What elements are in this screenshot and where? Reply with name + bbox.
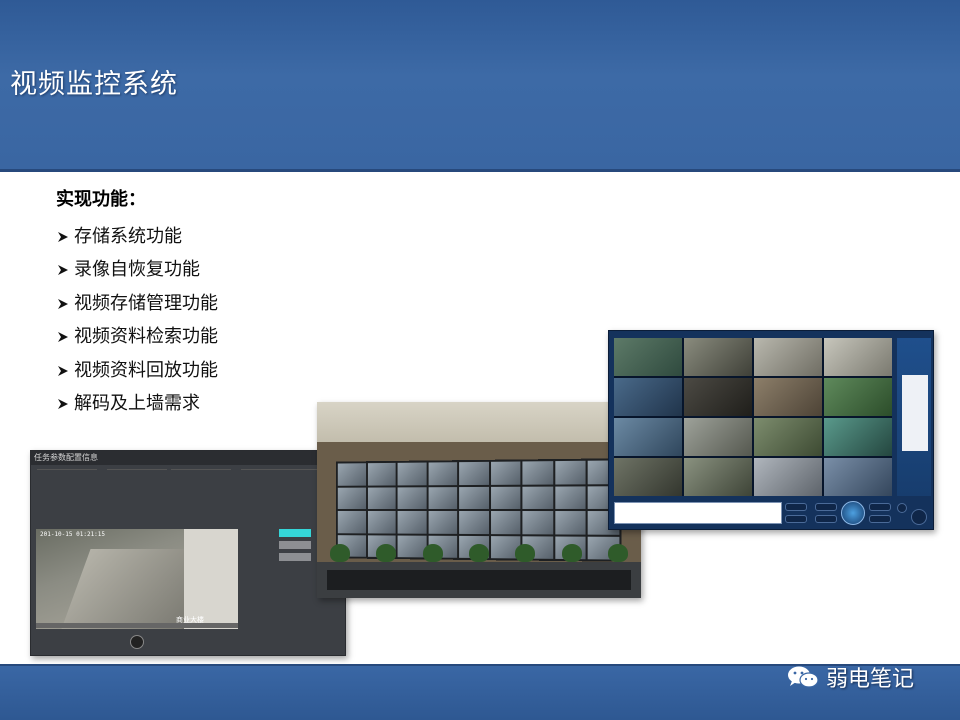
period-block [107, 469, 167, 509]
camera-feed[interactable] [614, 378, 682, 416]
arrow-bullet-icon [58, 265, 68, 276]
camera-feed[interactable] [684, 458, 752, 496]
slide: 视频监控系统 实现功能： 存储系统功能 录像自恢复功能 视频存储管理功能 视频资… [0, 0, 960, 720]
camera-feed[interactable] [824, 378, 892, 416]
list-item: 解码及上墙需求 [56, 388, 218, 422]
log-field[interactable] [614, 502, 782, 524]
header-banner: 视频监控系统 [0, 0, 960, 172]
ptz-button[interactable] [815, 503, 837, 511]
feature-list-section: 实现功能： 存储系统功能 录像自恢复功能 视频存储管理功能 视频资料检索功能 视… [56, 186, 218, 421]
camera-feed[interactable] [684, 338, 752, 376]
arrow-bullet-icon [58, 365, 68, 376]
playback-scrubber[interactable] [36, 623, 238, 628]
camera-feed[interactable] [614, 458, 682, 496]
camera-feed[interactable] [684, 378, 752, 416]
camera-grid [614, 338, 892, 496]
task-config-screenshot: 任务参数配置信息 201-10-15 01:21:15 商业大楼 [30, 450, 346, 656]
wechat-icon [788, 666, 819, 688]
pause-button[interactable] [130, 635, 144, 649]
arrow-bullet-icon [58, 399, 68, 410]
list-item: 视频资料检索功能 [56, 321, 218, 355]
params-block [37, 469, 97, 509]
camera-feed[interactable] [754, 458, 822, 496]
arrow-bullet-icon [58, 332, 68, 343]
feature-label: 存储系统功能 [74, 225, 182, 247]
feature-list: 存储系统功能 录像自恢复功能 视频存储管理功能 视频资料检索功能 视频资料回放功… [56, 220, 218, 421]
list-item: 录像自恢复功能 [56, 254, 218, 288]
camera-feed[interactable] [754, 338, 822, 376]
surveillance-client-screenshot [608, 330, 934, 530]
list-item: 视频存储管理功能 [56, 287, 218, 321]
arrow-bullet-icon [58, 231, 68, 242]
camera-feed[interactable] [614, 418, 682, 456]
list-item: 存储系统功能 [56, 220, 218, 254]
console-desk [327, 570, 631, 590]
slide-title: 视频监控系统 [10, 69, 178, 100]
ptz-button[interactable] [869, 515, 891, 523]
ptz-button[interactable] [785, 515, 807, 523]
window-title: 任务参数配置信息 [31, 451, 345, 465]
camera-feed[interactable] [824, 458, 892, 496]
ptz-joystick[interactable] [841, 501, 865, 525]
video-preview: 201-10-15 01:21:15 商业大楼 [36, 529, 238, 629]
color-swatch-cyan[interactable] [279, 529, 311, 537]
feature-label: 录像自恢复功能 [74, 259, 200, 281]
video-timestamp: 201-10-15 01:21:15 [40, 531, 106, 538]
list-item: 视频资料回放功能 [56, 354, 218, 388]
direction-block [171, 469, 231, 509]
brand-watermark: 弱电笔记 [786, 662, 914, 692]
camera-feed[interactable] [754, 418, 822, 456]
feature-label: 视频资料回放功能 [74, 359, 218, 381]
ptz-button[interactable] [815, 515, 837, 523]
color-swatch-gray[interactable] [279, 553, 311, 561]
feature-label: 视频存储管理功能 [74, 292, 218, 314]
color-swatch-gray[interactable] [279, 541, 311, 549]
ptz-button[interactable] [911, 509, 927, 525]
device-tree[interactable] [902, 375, 928, 451]
brand-name: 弱电笔记 [826, 667, 915, 692]
camera-feed[interactable] [614, 338, 682, 376]
camera-feed[interactable] [684, 418, 752, 456]
ptz-button[interactable] [785, 503, 807, 511]
feature-label: 解码及上墙需求 [74, 393, 200, 415]
ptz-button[interactable] [897, 503, 907, 513]
ptz-button[interactable] [869, 503, 891, 511]
camera-feed[interactable] [824, 418, 892, 456]
camera-feed[interactable] [754, 378, 822, 416]
feature-label: 视频资料检索功能 [74, 326, 218, 348]
camera-feed[interactable] [824, 338, 892, 376]
section-heading: 实现功能： [56, 189, 146, 210]
video-wall-photo [317, 402, 641, 598]
arrow-bullet-icon [58, 298, 68, 309]
